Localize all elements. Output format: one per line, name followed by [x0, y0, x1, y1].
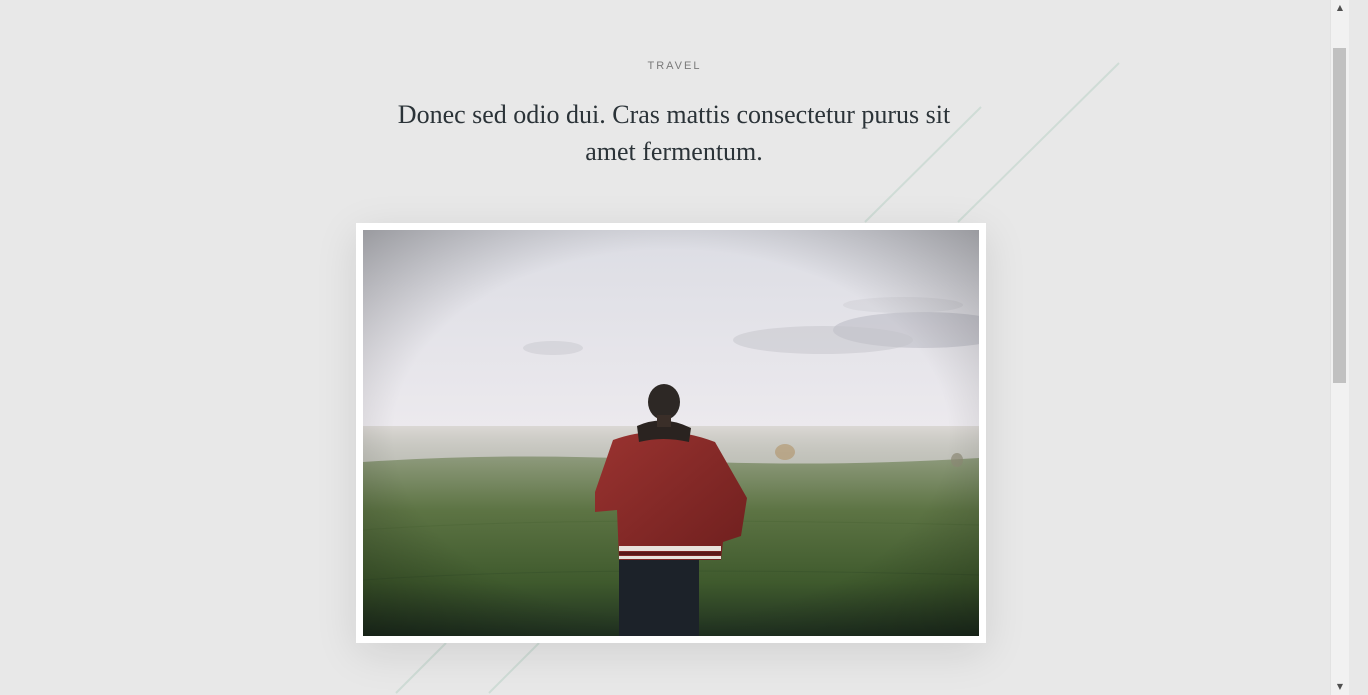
page: TRAVEL Donec sed odio dui. Cras mattis c… — [0, 0, 1349, 695]
featured-image-frame[interactable] — [356, 223, 986, 643]
scroll-up-icon[interactable]: ▲ — [1331, 0, 1349, 16]
article-category[interactable]: TRAVEL — [0, 60, 1349, 72]
scrollbar-thumb[interactable] — [1333, 48, 1346, 383]
featured-image[interactable] — [363, 230, 979, 636]
scroll-down-icon[interactable]: ▼ — [1331, 679, 1349, 695]
article-headline[interactable]: Donec sed odio dui. Cras mattis consecte… — [394, 96, 954, 170]
vertical-scrollbar[interactable]: ▲ ▼ — [1330, 0, 1349, 695]
